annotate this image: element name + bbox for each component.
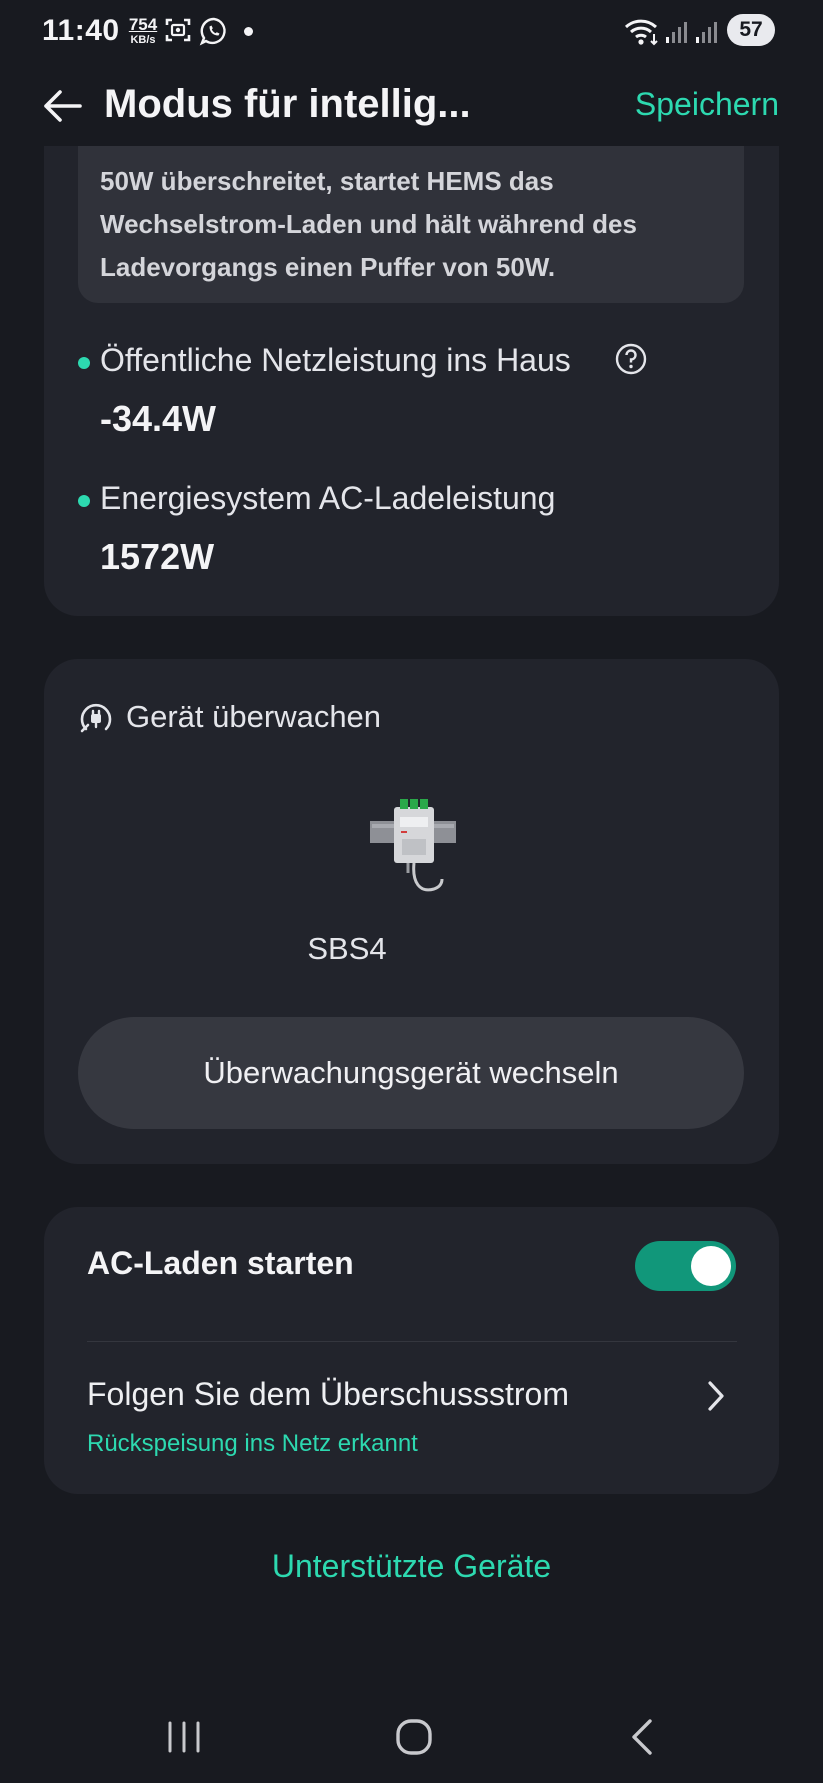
monitor-device-title: Gerät überwachen (126, 699, 382, 734)
hems-description-box: 50W überschreitet, startet HEMS das Wech… (78, 120, 744, 303)
back-arrow-icon[interactable] (40, 84, 84, 128)
ac-charge-toggle[interactable] (635, 1241, 736, 1291)
signal-icon (694, 20, 718, 49)
network-speed: 754 KB/s (127, 16, 159, 46)
recent-apps-icon[interactable] (160, 1713, 208, 1761)
plug-monitor-icon (78, 701, 114, 742)
whatsapp-icon (199, 16, 229, 51)
chevron-right-icon (701, 1378, 731, 1414)
network-speed-value: 754 (128, 15, 158, 34)
status-bar: 11:40 754 KB/s 57 (0, 0, 823, 64)
home-icon[interactable] (390, 1713, 438, 1761)
ac-charge-power-value: 1572W (100, 536, 215, 577)
energy-meter-device-image (370, 793, 456, 901)
toggle-knob (691, 1246, 731, 1286)
ac-charge-power-metric: Energiesystem AC-Ladeleistung 1572W (78, 480, 738, 590)
bullet-dot (78, 357, 90, 369)
signal-icon (664, 20, 688, 49)
save-button[interactable]: Speichern (635, 86, 779, 123)
supported-devices-link[interactable]: Unterstützte Geräte (0, 1548, 823, 1585)
page: 11:40 754 KB/s 57 50W überschreitet, sta… (0, 0, 823, 1783)
hems-info-card: 50W überschreitet, startet HEMS das Wech… (44, 120, 779, 616)
screenshot-icon (164, 16, 192, 49)
status-time: 11:40 (42, 14, 120, 47)
follow-surplus-label: Folgen Sie dem Überschussstrom (87, 1376, 569, 1412)
ac-charge-start-label: AC-Laden starten (87, 1245, 354, 1281)
notification-dot (244, 27, 253, 36)
grid-power-value: -34.4W (100, 398, 217, 439)
switch-monitor-device-button[interactable]: Überwachungsgerät wechseln (78, 1017, 744, 1129)
battery-level: 57 (727, 14, 775, 46)
question-circle-icon[interactable] (614, 342, 648, 376)
follow-surplus-status: Rückspeisung ins Netz erkannt (87, 1430, 418, 1457)
app-header: Modus für intellig... Speichern (0, 64, 823, 146)
wifi-icon (624, 18, 660, 51)
follow-surplus-row[interactable]: Folgen Sie dem Überschussstrom Rückspeis… (44, 1342, 779, 1492)
ac-charge-power-label: Energiesystem AC-Ladeleistung (100, 480, 556, 516)
grid-power-metric: Öffentliche Netzleistung ins Haus -34.4W (78, 342, 738, 452)
monitor-device-card: Gerät überwachen SBS4 Überwachungsgerät … (44, 659, 779, 1164)
ac-charging-card: AC-Laden starten Folgen Sie dem Überschu… (44, 1207, 779, 1494)
back-icon[interactable] (620, 1713, 668, 1761)
hems-description-text: 50W überschreitet, startet HEMS das Wech… (100, 166, 637, 282)
grid-power-label: Öffentliche Netzleistung ins Haus (100, 342, 571, 378)
device-name: SBS4 (307, 931, 387, 966)
page-title: Modus für intellig... (104, 82, 471, 126)
network-speed-unit: KB/s (130, 34, 156, 46)
system-nav-bar (0, 1693, 823, 1783)
bullet-dot (78, 495, 90, 507)
